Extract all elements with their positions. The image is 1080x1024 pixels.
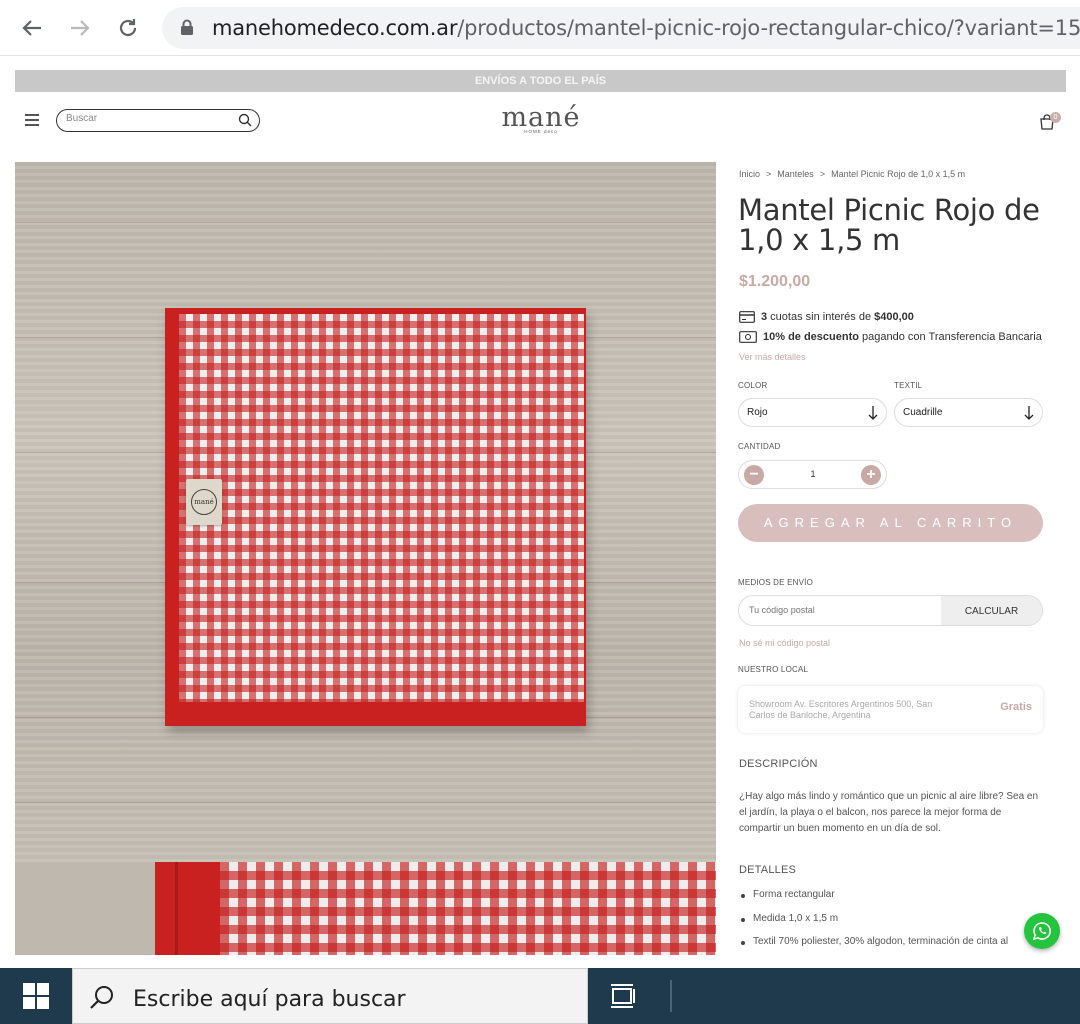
local-price: Gratis: [1000, 701, 1032, 713]
calculate-shipping-button[interactable]: CALCULAR: [941, 596, 1042, 625]
local-pickup-option[interactable]: Showroom Av. Escritores Argentinos 500, …: [738, 686, 1043, 733]
arrow-down-icon: [868, 406, 878, 420]
installments-amount: $400,00: [874, 311, 914, 323]
whatsapp-button[interactable]: [1024, 913, 1060, 949]
quantity-input[interactable]: 1: [799, 469, 827, 479]
forward-button[interactable]: [62, 10, 98, 46]
logo-wordmark: mané: [501, 102, 581, 133]
list-item: Medida 1,0 x 1,5 m: [739, 913, 1039, 937]
details-title: DETALLES: [739, 864, 797, 876]
quantity-label: CANTIDAD: [738, 442, 781, 451]
textil-select[interactable]: Cuadrille: [894, 398, 1043, 427]
shipping-label: MEDIOS DE ENVÍO: [738, 578, 814, 587]
url-path: /productos/mantel-picnic-rojo-rectangula…: [457, 16, 1080, 40]
local-store-label: NUESTRO LOCAL: [738, 665, 809, 674]
discount-amount: 10% de descuento: [763, 331, 859, 343]
arrow-right-icon: [71, 20, 90, 36]
arrow-down-icon: [1024, 406, 1034, 420]
postal-code-input[interactable]: [749, 605, 939, 615]
taskbar-search-placeholder: Escribe aquí para buscar: [133, 987, 406, 1012]
reload-icon: [119, 19, 137, 37]
arrow-left-icon: [22, 20, 41, 36]
taskbar-divider: [670, 980, 672, 1012]
breadcrumb-current: Mantel Picnic Rojo de 1,0 x 1,5 m: [831, 169, 966, 179]
gingham-cloth: [179, 314, 584, 712]
whatsapp-icon: [1032, 922, 1051, 941]
browser-toolbar: manehomedeco.com.ar/productos/mantel-pic…: [0, 0, 1080, 56]
discount-info: 10% de descuento pagando con Transferenc…: [739, 331, 1042, 343]
brand-label-tag: mané: [186, 479, 222, 525]
postal-code-field: CALCULAR: [738, 595, 1043, 626]
breadcrumb: Inicio > Manteles > Mantel Picnic Rojo de 1,…: [739, 169, 965, 179]
local-address: Showroom Av. Escritores Argentinos 500, …: [749, 699, 933, 720]
cloth-hem: [179, 702, 584, 714]
product-thumbnail-2[interactable]: [220, 862, 716, 955]
announcement-bar: ENVÍOS A TODO EL PAÍS: [15, 70, 1066, 92]
add-to-cart-button[interactable]: AGREGAR AL CARRITO: [738, 504, 1043, 542]
lock-icon: [181, 19, 193, 35]
address-bar[interactable]: manehomedeco.com.ar/productos/mantel-pic…: [162, 7, 1080, 49]
quantity-increase-button[interactable]: +: [861, 465, 881, 485]
installments-info: 3 cuotas sin interés de $400,00: [739, 311, 914, 323]
search-box[interactable]: [56, 109, 260, 132]
url-domain: manehomedeco.com.ar: [212, 16, 458, 40]
product-main-image[interactable]: mané: [15, 162, 716, 862]
url-text: manehomedeco.com.ar/productos/mantel-pic…: [212, 16, 1080, 40]
discount-text: pagando con Transferencia Bancaria: [858, 331, 1042, 343]
product-thumbnail-1[interactable]: [15, 862, 220, 955]
breadcrumb-separator: >: [766, 169, 772, 179]
color-select-value: Rojo: [747, 407, 768, 418]
reload-button[interactable]: [110, 10, 146, 46]
quantity-stepper: − 1 +: [738, 460, 887, 489]
color-label: COLOR: [738, 381, 768, 390]
textil-select-value: Cuadrille: [903, 407, 943, 418]
label-tag-text: mané: [191, 489, 217, 515]
installments-text: cuotas sin interés de: [767, 311, 875, 323]
cash-icon: [739, 331, 757, 343]
site-logo[interactable]: mané HOME deco: [496, 102, 586, 135]
product-description: ¿Hay algo más lindo y romántico que un p…: [739, 791, 1039, 834]
credit-card-icon: [739, 311, 755, 323]
breadcrumb-separator: >: [819, 169, 826, 179]
back-button[interactable]: [14, 10, 50, 46]
details-list: Forma rectangular Medida 1,0 x 1,5 m Tex…: [739, 889, 1039, 960]
unknown-postal-link[interactable]: No sé mi código postal: [739, 638, 830, 648]
task-view-icon[interactable]: [610, 984, 636, 1008]
site-header: mané HOME deco 0: [15, 100, 1066, 145]
description-title: DESCRIPCIÓN: [739, 758, 818, 770]
search-icon[interactable]: [238, 113, 252, 127]
breadcrumb-category[interactable]: Manteles: [777, 169, 814, 179]
search-input[interactable]: [66, 113, 226, 124]
windows-taskbar: Escribe aquí para buscar: [0, 968, 1080, 1024]
color-select[interactable]: Rojo: [738, 398, 887, 427]
more-details-link[interactable]: Ver más detalles: [739, 352, 806, 362]
textil-label: TEXTIL: [894, 381, 923, 390]
breadcrumb-home[interactable]: Inicio: [739, 169, 760, 179]
quantity-decrease-button[interactable]: −: [744, 465, 764, 485]
product-title: Mantel Picnic Rojo de 1,0 x 1,5 m: [738, 193, 1040, 257]
product-price: $1.200,00: [739, 273, 811, 290]
list-item: Textil 70% poliester, 30% algodon, termi…: [739, 936, 1039, 960]
start-button[interactable]: [0, 968, 72, 1024]
cart-count-badge: 0: [1050, 112, 1061, 123]
search-icon: [90, 986, 113, 1009]
windows-logo-icon: [23, 983, 49, 1009]
menu-icon[interactable]: [25, 114, 39, 126]
list-item: Forma rectangular: [739, 889, 1039, 913]
taskbar-search-box[interactable]: Escribe aquí para buscar: [72, 968, 588, 1024]
